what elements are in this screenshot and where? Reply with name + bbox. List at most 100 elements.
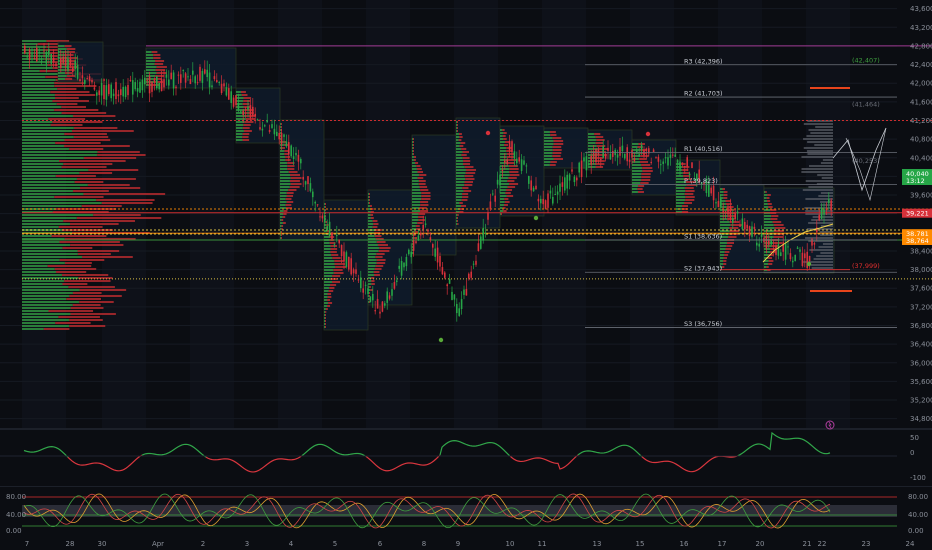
session-profile-bull: [412, 225, 416, 227]
session-profile-bull: [280, 144, 284, 146]
session-profile-bear: [464, 175, 474, 177]
session-profile-bull: [58, 45, 65, 47]
bull-candle: [360, 277, 362, 289]
price-chart[interactable]: R3 (42,396) R2 (41,703) R1 (40,516) P (39,8…: [0, 0, 932, 550]
session-profile-bear: [414, 156, 417, 158]
session-profile-bull: [280, 216, 283, 218]
session-profile-bear: [283, 213, 287, 215]
session-profile-bull: [324, 254, 332, 256]
time-tick-label: 11: [538, 540, 547, 548]
session-profile-bull: [456, 157, 463, 159]
session-profile-bear: [325, 320, 326, 322]
session-profile-bear: [327, 296, 332, 298]
session-profile-bear: [328, 290, 334, 292]
session-profile-bull: [632, 158, 640, 160]
session-profile-bear: [457, 127, 458, 129]
bear-candle: [628, 159, 631, 162]
bear-candle: [357, 279, 360, 281]
session-profile-bear: [332, 275, 341, 277]
session-profile-bull: [412, 144, 413, 146]
session-profile-bull: [632, 149, 640, 151]
session-profile-bear: [728, 236, 737, 238]
bear-candle: [88, 76, 91, 82]
bull-candle: [261, 128, 264, 131]
bull-candle: [820, 207, 823, 219]
session-profile-bull: [280, 129, 281, 131]
bull-candle: [660, 164, 662, 166]
session-profile-bear: [722, 266, 725, 268]
bear-candle: [686, 157, 688, 167]
profile-bar-bear: [79, 289, 127, 291]
session-profile-bull: [236, 136, 243, 138]
bear-candle: [254, 113, 256, 117]
session-profile-bull: [412, 213, 419, 215]
price-tick-label: 35,600: [910, 378, 932, 386]
session-profile-bull: [368, 217, 371, 219]
session-profile-bear: [773, 224, 784, 226]
right-profile-bar: [820, 162, 833, 164]
session-profile-bull: [368, 268, 375, 270]
profile-bar-bull: [22, 130, 73, 132]
profile-bar-bear: [37, 43, 60, 45]
session-profile-bear: [372, 226, 378, 228]
profile-bar-bear: [70, 244, 124, 246]
session-profile-bear: [464, 181, 474, 183]
session-profile-bear: [281, 123, 282, 125]
profile-bar-bull: [22, 55, 50, 57]
session-profile-bull: [324, 272, 334, 274]
session-profile-bull: [720, 191, 724, 193]
bull-candle: [403, 262, 405, 268]
profile-bar-bear: [78, 277, 113, 279]
profile-bar-bear: [83, 193, 166, 195]
bull-candle: [463, 289, 465, 295]
profile-bar-bull: [22, 193, 84, 195]
bull-candle: [540, 198, 542, 204]
profile-bar-bear: [79, 172, 113, 174]
stoch-tick-label: 80.00: [6, 493, 26, 501]
bull-candle: [192, 70, 194, 75]
session-profile-bull: [588, 142, 596, 144]
session-profile-bear: [725, 203, 732, 205]
session-profile-bull: [324, 236, 330, 238]
session-profile-bear: [727, 242, 735, 244]
bear-candle: [595, 148, 597, 163]
bear-candle: [93, 87, 96, 90]
session-profile-bull: [368, 199, 369, 201]
session-profile-bear: [550, 134, 557, 136]
bull-candle: [736, 211, 739, 214]
session-profile-bull: [456, 223, 458, 225]
bull-candle: [48, 49, 50, 55]
session-profile-bear: [288, 171, 298, 173]
session-profile-bull: [280, 162, 288, 164]
time-axis-bg: [0, 537, 932, 550]
right-profile-bar: [808, 129, 833, 131]
bear-candle: [117, 94, 120, 97]
session-profile-bear: [462, 151, 469, 153]
price-tag-label: 39,221: [906, 210, 929, 218]
session-profile-bear: [283, 210, 288, 212]
session-profile-bear: [462, 196, 469, 198]
session-profile-bull: [500, 195, 507, 197]
bull-candle: [434, 248, 436, 257]
profile-bar-bull: [22, 118, 49, 120]
bear-candle: [220, 83, 223, 94]
profile-bar-bear: [68, 286, 115, 288]
bull-candle: [794, 254, 796, 262]
bear-candle: [98, 90, 100, 96]
session-profile-bear: [502, 135, 506, 137]
session-profile-bear: [723, 263, 727, 265]
profile-bar-bear: [58, 226, 103, 228]
session-profile-bear: [376, 259, 386, 261]
profile-bar-bull: [22, 190, 74, 192]
price-tag-label: 38,764: [906, 237, 929, 245]
session-profile-bull: [324, 323, 325, 325]
profile-bar-bull: [22, 316, 59, 318]
session-profile-bear: [595, 136, 604, 138]
session-profile-bear: [282, 216, 286, 218]
bear-candle: [501, 170, 504, 172]
session-profile-bull: [456, 187, 463, 189]
session-profile-bull: [676, 199, 686, 201]
bear-candle: [223, 83, 225, 87]
session-profile-bear: [639, 158, 647, 160]
bear-candle: [727, 207, 729, 215]
